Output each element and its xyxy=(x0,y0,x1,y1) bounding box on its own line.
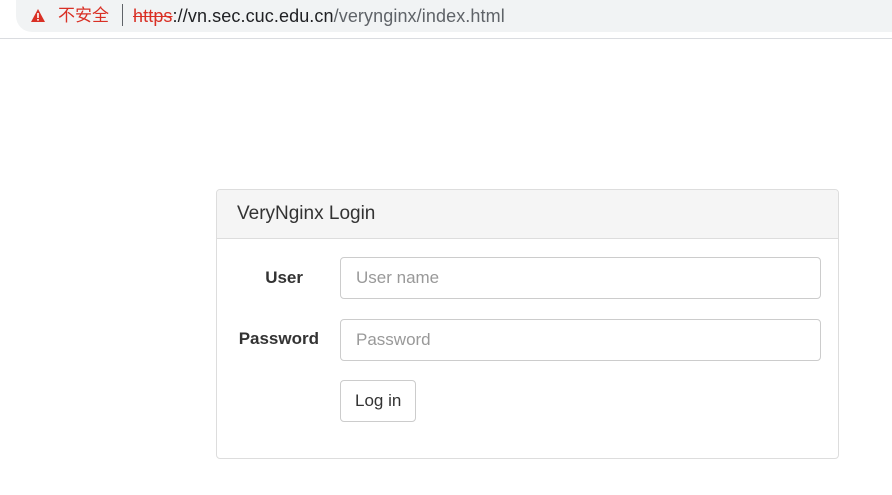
url-text[interactable]: https://vn.sec.cuc.edu.cn/verynginx/inde… xyxy=(133,5,505,27)
security-status-label[interactable]: 不安全 xyxy=(58,5,109,27)
url-path: /verynginx/index.html xyxy=(333,6,505,26)
warning-triangle-icon[interactable] xyxy=(31,9,45,22)
login-panel: VeryNginx Login User Password Log in xyxy=(216,189,839,459)
url-scheme: https xyxy=(133,6,173,26)
divider xyxy=(122,4,123,26)
login-button[interactable]: Log in xyxy=(340,380,417,422)
login-panel-title: VeryNginx Login xyxy=(217,190,838,239)
url-host: vn.sec.cuc.edu.cn xyxy=(187,6,334,26)
user-label: User xyxy=(265,268,303,287)
url-separator: :// xyxy=(172,6,188,26)
password-label: Password xyxy=(238,329,319,348)
username-input[interactable] xyxy=(340,257,821,299)
password-input[interactable] xyxy=(340,319,821,361)
address-bar[interactable]: 不安全 https://vn.sec.cuc.edu.cn/verynginx/… xyxy=(16,0,892,32)
browser-toolbar: 不安全 https://vn.sec.cuc.edu.cn/verynginx/… xyxy=(0,0,892,39)
